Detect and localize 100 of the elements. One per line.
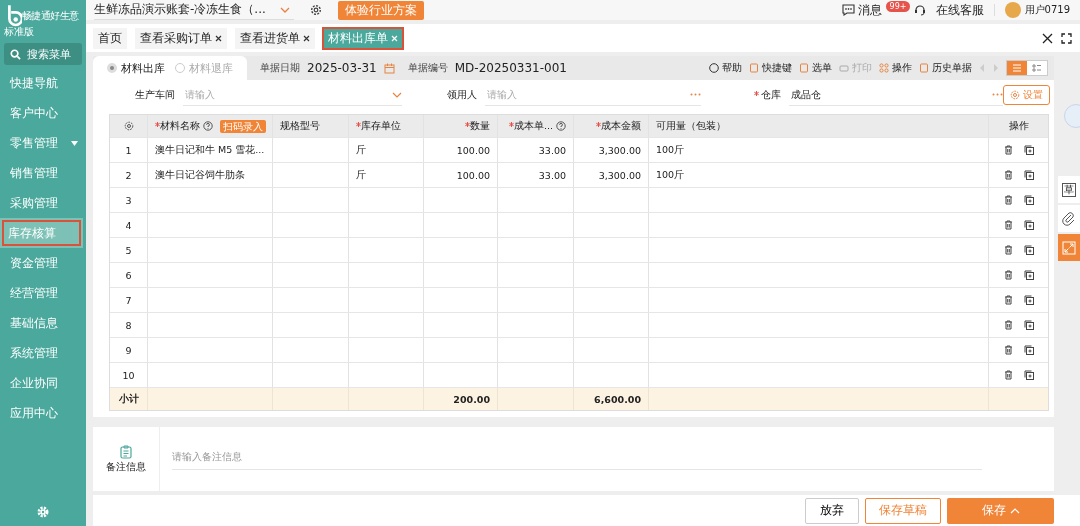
paperclip-icon[interactable] bbox=[1062, 211, 1076, 226]
doc-type-radio[interactable]: 材料出库 bbox=[107, 60, 165, 76]
doc-date-value[interactable]: 2025-03-31 bbox=[307, 61, 377, 75]
save-button[interactable]: 保存 bbox=[947, 497, 1054, 524]
sidebar-item[interactable]: 销售管理 bbox=[0, 158, 86, 188]
document-icon bbox=[919, 63, 929, 73]
column-header: 数量 bbox=[470, 119, 490, 133]
table-cell: 33.00 bbox=[497, 138, 573, 162]
logo-text: 畅捷通好生意 bbox=[22, 9, 80, 23]
subtotal-quantity: 200.00 bbox=[423, 388, 497, 410]
copy-icon[interactable] bbox=[1023, 170, 1034, 180]
doc-number-value: MD-20250331-001 bbox=[454, 61, 567, 75]
sidebar-item[interactable]: 系统管理 bbox=[0, 338, 86, 368]
doc-number-label: 单据编号 bbox=[407, 61, 448, 75]
close-icon[interactable] bbox=[1042, 32, 1053, 44]
sidebar-item[interactable]: 零售管理 bbox=[0, 128, 86, 158]
close-icon[interactable] bbox=[303, 34, 310, 42]
copy-icon[interactable] bbox=[1023, 245, 1034, 255]
copy-icon[interactable] bbox=[1023, 145, 1034, 155]
scan-entry-button[interactable]: 扫码录入 bbox=[220, 119, 266, 133]
copy-icon[interactable] bbox=[1023, 195, 1034, 205]
sidebar-item[interactable]: 基础信息 bbox=[0, 308, 86, 338]
settings-button[interactable]: 设置 bbox=[1003, 85, 1050, 105]
lookup-field[interactable]: 请输入 bbox=[484, 88, 691, 101]
search-menu-button[interactable]: 搜索菜单 bbox=[4, 43, 82, 65]
detail-list-icon bbox=[1032, 64, 1042, 72]
delete-icon[interactable] bbox=[1003, 345, 1013, 355]
sidebar-item[interactable]: 客户中心 bbox=[0, 98, 86, 128]
more-icon[interactable] bbox=[992, 93, 1003, 96]
copy-icon[interactable] bbox=[1023, 295, 1034, 305]
sidebar-item[interactable]: 库存核算 bbox=[0, 218, 83, 248]
doc-date-label: 单据日期 bbox=[260, 61, 300, 75]
sidebar-item[interactable]: 采购管理 bbox=[0, 188, 86, 218]
row-number: 7 bbox=[124, 293, 133, 308]
copy-icon[interactable] bbox=[1023, 270, 1034, 280]
table-cell: 澳牛日记和牛 M5 雪花... bbox=[147, 138, 272, 162]
delete-icon[interactable] bbox=[1003, 170, 1013, 180]
pick-tool-button[interactable]: 选单 bbox=[799, 61, 832, 75]
messages-link[interactable]: 消息 bbox=[857, 2, 882, 18]
copy-icon[interactable] bbox=[1023, 370, 1034, 380]
online-support-link[interactable]: 在线客服 bbox=[935, 2, 984, 18]
table-cell: 斤 bbox=[348, 163, 423, 187]
row-number: 1 bbox=[124, 143, 133, 158]
table-cell: 100.00 bbox=[423, 138, 497, 162]
trial-solution-button[interactable]: 体验行业方案 bbox=[337, 0, 424, 20]
history-tool-button[interactable]: 历史单据 bbox=[919, 61, 972, 75]
table-cell: 100斤 bbox=[648, 138, 988, 162]
save-draft-button[interactable]: 保存草稿 bbox=[865, 497, 941, 524]
user-name[interactable]: 用户0719 bbox=[1024, 3, 1070, 17]
table-cell: 3,300.00 bbox=[573, 163, 648, 187]
delete-icon[interactable] bbox=[1003, 245, 1013, 255]
row-number: 6 bbox=[124, 268, 133, 283]
discard-button[interactable]: 放弃 bbox=[805, 497, 859, 524]
row-number: 9 bbox=[124, 343, 133, 358]
expand-icon[interactable] bbox=[1062, 240, 1076, 255]
sidebar-item[interactable]: 企业协同 bbox=[0, 368, 86, 398]
edition-label: 标准版 bbox=[4, 26, 35, 39]
column-header: 可用量（包装） bbox=[656, 119, 726, 133]
fullscreen-icon[interactable] bbox=[1061, 32, 1072, 44]
help-tool-button[interactable]: 帮助 bbox=[709, 61, 742, 75]
tab[interactable]: 材料出库单 bbox=[323, 27, 403, 49]
lookup-field[interactable]: 成品仓 bbox=[789, 88, 992, 101]
delete-icon[interactable] bbox=[1003, 220, 1013, 230]
delete-icon[interactable] bbox=[1003, 270, 1013, 280]
sidebar-item[interactable]: 资金管理 bbox=[0, 248, 86, 278]
copy-icon[interactable] bbox=[1023, 345, 1034, 355]
keys-tool-button[interactable]: 快捷键 bbox=[749, 61, 792, 75]
select-field[interactable]: 请输入 bbox=[183, 88, 392, 101]
table-cell: 斤 bbox=[348, 138, 423, 162]
tab[interactable]: 首页 bbox=[93, 27, 127, 49]
row-number: 4 bbox=[124, 218, 133, 233]
tab[interactable]: 查看采购订单 bbox=[135, 27, 227, 49]
column-header: 成本单... bbox=[513, 119, 553, 133]
document-icon bbox=[799, 63, 809, 73]
copy-icon[interactable] bbox=[1023, 220, 1034, 230]
sidebar-item[interactable]: 经营管理 bbox=[0, 278, 86, 308]
delete-icon[interactable] bbox=[1003, 320, 1013, 330]
sidebar-item[interactable]: 快捷导航 bbox=[0, 68, 86, 98]
tab[interactable]: 查看进货单 bbox=[235, 27, 315, 49]
remark-input-field[interactable]: 请输入备注信息 bbox=[160, 427, 1054, 491]
notes-icon bbox=[120, 444, 132, 459]
doc-type-radio[interactable]: 材料退库 bbox=[175, 60, 233, 76]
ops-tool-button[interactable]: 操作 bbox=[879, 61, 912, 75]
chevron-down-icon bbox=[391, 91, 402, 98]
account-select[interactable]: 生鲜冻品演示账套-冷冻生食（... bbox=[94, 0, 294, 20]
delete-icon[interactable] bbox=[1003, 295, 1013, 305]
draft-button[interactable]: 草 bbox=[1062, 182, 1076, 197]
delete-icon[interactable] bbox=[1003, 145, 1013, 155]
close-icon[interactable] bbox=[215, 34, 222, 42]
chevron-down-icon bbox=[279, 6, 290, 13]
delete-icon[interactable] bbox=[1003, 370, 1013, 380]
table-cell: 100斤 bbox=[648, 163, 988, 187]
copy-icon[interactable] bbox=[1023, 320, 1034, 330]
column-header: 成本金额 bbox=[601, 119, 641, 133]
row-number: 10 bbox=[121, 368, 136, 383]
more-icon[interactable] bbox=[690, 93, 702, 96]
sidebar-item[interactable]: 应用中心 bbox=[0, 398, 86, 428]
subtotal-amount: 6,600.00 bbox=[573, 388, 648, 410]
message-count-badge: 99+ bbox=[885, 0, 911, 12]
delete-icon[interactable] bbox=[1003, 195, 1013, 205]
